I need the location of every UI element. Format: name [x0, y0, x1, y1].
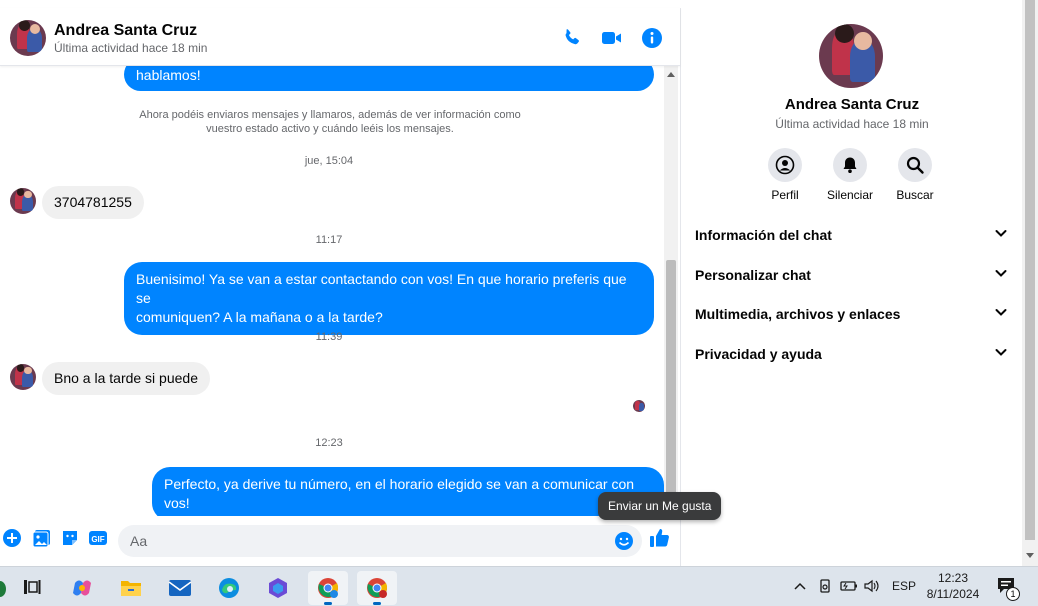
mail-app[interactable] — [160, 571, 200, 605]
message-text: hablamos! — [136, 67, 201, 83]
notification-badge: 1 — [1006, 587, 1020, 601]
page-scrollbar[interactable] — [1022, 0, 1038, 566]
conversation-info-panel: Andrea Santa Cruz Última actividad hace … — [680, 8, 1022, 566]
emoji-icon[interactable] — [614, 531, 634, 551]
task-view-icon[interactable] — [22, 577, 42, 597]
chevron-up-icon[interactable] — [793, 580, 807, 592]
clock[interactable]: 12:23 8/11/2024 — [918, 570, 988, 602]
messenger-window: Andrea Santa Cruz Última actividad hace … — [0, 0, 1038, 566]
chrome-icon — [318, 578, 338, 598]
m365-app[interactable] — [258, 571, 298, 605]
message-text: Buenisimo! Ya se van a estar contactando… — [136, 271, 627, 306]
file-explorer-app[interactable] — [111, 571, 151, 605]
system-notice-line: Ahora podéis enviaros mensajes y llamaro… — [139, 109, 521, 121]
profile-status: Última actividad hace 18 min — [775, 117, 929, 131]
timestamp: 12:23 — [315, 437, 343, 449]
message-text: Bno a la tarde si puede — [54, 370, 198, 386]
incoming-message[interactable]: 3704781255 — [42, 186, 144, 219]
section-label: Personalizar chat — [695, 267, 811, 283]
battery-icon[interactable] — [840, 579, 858, 593]
device-icon[interactable] — [817, 578, 833, 594]
profile-button[interactable]: Perfil — [750, 148, 820, 202]
read-receipt-avatar — [633, 400, 645, 412]
edge-icon — [219, 578, 239, 598]
message-input-box[interactable] — [118, 525, 642, 557]
image-icon[interactable] — [32, 528, 52, 548]
clock-time: 12:23 — [937, 571, 969, 585]
outgoing-message[interactable]: hablamos! — [124, 66, 654, 91]
microsoft-365-icon — [269, 578, 287, 598]
chrome-profile-a-app[interactable] — [308, 571, 348, 605]
outgoing-message[interactable]: Buenisimo! Ya se van a estar contactando… — [124, 262, 654, 335]
search-icon — [906, 156, 924, 174]
mute-button[interactable]: Silenciar — [815, 148, 885, 202]
composer: GIF — [0, 518, 680, 566]
taskbar: ESP 12:23 8/11/2024 1 — [0, 566, 1038, 606]
copilot-app[interactable] — [62, 571, 102, 605]
chat-header: Andrea Santa Cruz Última actividad hace … — [0, 8, 680, 66]
edge-browser-app[interactable] — [209, 571, 249, 605]
start-edge-icon[interactable] — [0, 581, 6, 597]
outgoing-message[interactable]: Perfecto, ya derive tu número, en el hor… — [152, 467, 664, 516]
contact-name[interactable]: Andrea Santa Cruz — [54, 22, 197, 40]
section-media-files-links[interactable]: Multimedia, archivos y enlaces — [695, 302, 1009, 326]
copilot-icon — [73, 580, 91, 596]
timestamp: jue, 15:04 — [304, 155, 354, 167]
language-indicator[interactable]: ESP — [892, 579, 916, 593]
chevron-down-icon — [995, 270, 1007, 277]
svg-text:GIF: GIF — [91, 535, 104, 544]
plus-icon[interactable] — [2, 528, 22, 548]
chevron-down-icon — [995, 349, 1007, 356]
section-customize-chat[interactable]: Personalizar chat — [695, 263, 1009, 287]
message-text: comuniquen? A la mañana o a la tarde? — [136, 309, 383, 325]
action-label: Buscar — [896, 188, 934, 202]
gif-icon[interactable]: GIF — [88, 528, 108, 548]
scroll-thumb[interactable] — [666, 260, 676, 496]
contact-avatar[interactable] — [10, 20, 46, 56]
thumbs-up-icon[interactable] — [648, 526, 672, 550]
incoming-message[interactable]: Bno a la tarde si puede — [42, 362, 210, 395]
message-scrollbar[interactable] — [664, 66, 678, 516]
chrome-profile-b-app[interactable] — [357, 571, 397, 605]
profile-icon — [775, 155, 795, 175]
message-list: hablamos! Ahora podéis enviaros mensajes… — [0, 66, 664, 516]
chevron-down-icon — [995, 230, 1007, 237]
action-label: Perfil — [771, 188, 799, 202]
timestamp: 11:39 — [315, 331, 343, 343]
action-label: Silenciar — [826, 188, 874, 202]
profile-name: Andrea Santa Cruz — [784, 96, 920, 113]
message-text: Perfecto, ya derive tu número, en el hor… — [164, 476, 635, 511]
like-tooltip: Enviar un Me gusta — [598, 492, 722, 520]
search-button[interactable]: Buscar — [880, 148, 950, 202]
profile-avatar[interactable] — [819, 24, 883, 88]
section-label: Información del chat — [695, 227, 832, 243]
system-notice: Ahora podéis enviaros mensajes y llamaro… — [120, 108, 540, 136]
page-scroll-thumb[interactable] — [1025, 0, 1035, 540]
scroll-down-arrow[interactable] — [1026, 553, 1034, 558]
section-label: Multimedia, archivos y enlaces — [695, 306, 901, 322]
message-input[interactable] — [130, 525, 600, 557]
chevron-down-icon — [995, 309, 1007, 316]
chrome-icon — [367, 578, 387, 598]
phone-call-icon[interactable] — [560, 26, 584, 50]
scroll-up-arrow[interactable] — [667, 72, 675, 77]
section-privacy-help[interactable]: Privacidad y ayuda — [695, 342, 1009, 366]
chat-panel: Andrea Santa Cruz Última actividad hace … — [0, 8, 680, 566]
message-text: 3704781255 — [54, 194, 132, 210]
section-label: Privacidad y ayuda — [695, 346, 822, 362]
speaker-icon[interactable] — [863, 578, 881, 594]
sender-avatar — [10, 364, 36, 390]
sender-avatar — [10, 188, 36, 214]
contact-status: Última actividad hace 18 min — [54, 41, 208, 55]
system-notice-line: vuestro estado activo y cuándo leéis los… — [206, 123, 454, 135]
info-icon[interactable] — [640, 26, 664, 50]
bell-icon — [843, 157, 857, 173]
timestamp: 11:17 — [315, 234, 343, 246]
folder-icon — [121, 581, 141, 596]
section-chat-info[interactable]: Información del chat — [695, 223, 1009, 247]
video-call-icon[interactable] — [600, 26, 624, 50]
mail-icon — [168, 580, 192, 596]
sticker-icon[interactable] — [60, 528, 80, 548]
clock-date: 8/11/2024 — [926, 587, 980, 601]
